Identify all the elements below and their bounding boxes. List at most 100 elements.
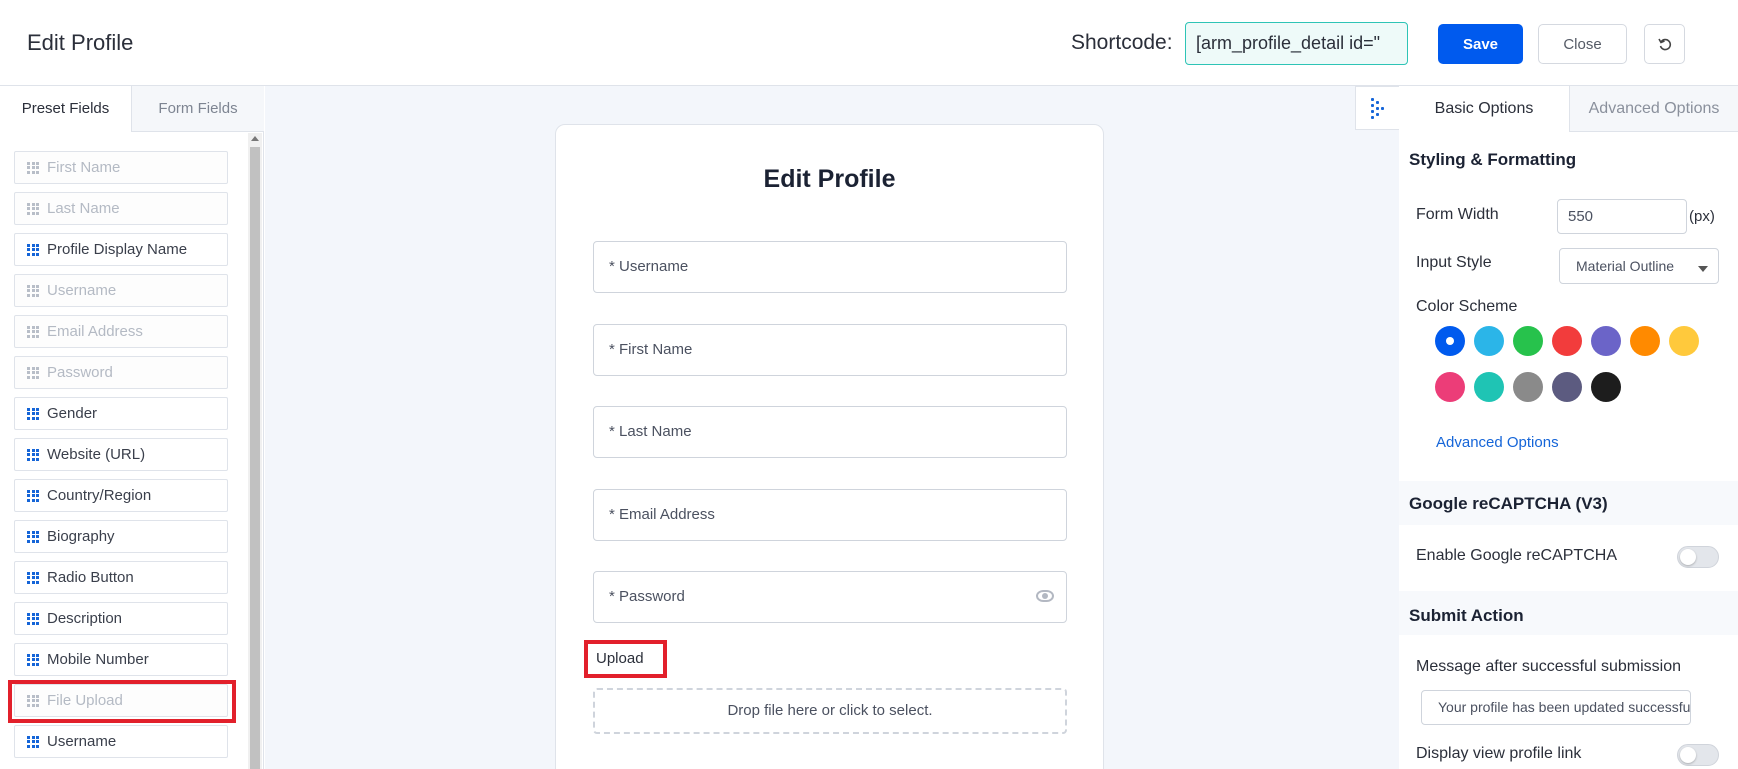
first-name-input[interactable]: * First Name bbox=[593, 324, 1067, 376]
username-input[interactable]: * Username bbox=[593, 241, 1067, 293]
field-radio-button[interactable]: Radio Button bbox=[14, 561, 228, 594]
field-label: Biography bbox=[47, 528, 115, 545]
color-swatch[interactable] bbox=[1513, 326, 1543, 356]
field-label: Username bbox=[47, 733, 117, 750]
drag-grid-icon bbox=[27, 612, 39, 625]
drag-grid-icon bbox=[27, 366, 39, 379]
shortcode-label: Shortcode: bbox=[1071, 31, 1173, 54]
drag-grid-icon bbox=[27, 653, 39, 666]
color-swatch[interactable] bbox=[1591, 326, 1621, 356]
field-biography[interactable]: Biography bbox=[14, 520, 228, 553]
panel-toggle-handle[interactable] bbox=[1355, 86, 1399, 130]
field-username[interactable]: Username bbox=[14, 274, 228, 307]
chevron-down-icon bbox=[1698, 266, 1708, 272]
field-label: Radio Button bbox=[47, 569, 134, 586]
color-swatch[interactable] bbox=[1552, 372, 1582, 402]
scroll-up-arrow-icon[interactable] bbox=[251, 136, 259, 141]
field-gender[interactable]: Gender bbox=[14, 397, 228, 430]
last-name-input[interactable]: * Last Name bbox=[593, 406, 1067, 458]
input-style-value: Material Outline bbox=[1576, 258, 1675, 274]
field-label: Password bbox=[47, 364, 113, 381]
password-placeholder: * Password bbox=[609, 588, 685, 605]
field-file-upload[interactable]: File Upload bbox=[8, 680, 236, 723]
success-message-label: Message after successful submission bbox=[1416, 658, 1681, 675]
tab-advanced-options[interactable]: Advanced Options bbox=[1569, 86, 1738, 132]
reset-icon bbox=[1657, 38, 1671, 51]
eye-icon[interactable] bbox=[1036, 590, 1054, 602]
field-last-name[interactable]: Last Name bbox=[14, 192, 228, 225]
options-panel: Basic Options Advanced Options Styling &… bbox=[1355, 86, 1738, 769]
email-address-input[interactable]: * Email Address bbox=[593, 489, 1067, 541]
tab-form-fields[interactable]: Form Fields bbox=[131, 86, 264, 132]
field-label: Profile Display Name bbox=[47, 241, 188, 258]
save-button[interactable]: Save bbox=[1438, 24, 1523, 64]
drag-grid-icon bbox=[27, 202, 39, 215]
field-label: Website (URL) bbox=[47, 446, 146, 463]
field-label: First Name bbox=[47, 159, 121, 176]
input-style-select[interactable]: Material Outline bbox=[1559, 248, 1719, 284]
fields-panel: Preset Fields Form Fields First Name Las… bbox=[0, 86, 264, 769]
advanced-options-link[interactable]: Advanced Options bbox=[1436, 434, 1559, 451]
password-input[interactable]: * Password bbox=[593, 571, 1067, 623]
drag-grid-icon bbox=[27, 325, 39, 338]
field-email-address[interactable]: Email Address bbox=[14, 315, 228, 348]
input-style-label: Input Style bbox=[1416, 254, 1492, 271]
field-profile-display-name[interactable]: Profile Display Name bbox=[14, 233, 228, 266]
drag-grid-icon bbox=[27, 161, 39, 174]
color-swatch[interactable] bbox=[1552, 326, 1582, 356]
field-country-region[interactable]: Country/Region bbox=[14, 479, 228, 512]
view-profile-link-toggle[interactable] bbox=[1677, 744, 1719, 766]
field-label: Last Name bbox=[47, 200, 120, 217]
drag-grid-icon bbox=[27, 735, 39, 748]
page-title: Edit Profile bbox=[27, 30, 134, 55]
field-first-name[interactable]: First Name bbox=[14, 151, 228, 184]
preset-field-list: First Name Last Name Profile Display Nam… bbox=[8, 151, 236, 766]
enable-recaptcha-toggle[interactable] bbox=[1677, 546, 1719, 568]
field-username-2[interactable]: Username bbox=[14, 725, 228, 758]
field-label: Username bbox=[47, 282, 117, 299]
color-swatch[interactable] bbox=[1591, 372, 1621, 402]
recaptcha-heading: Google reCAPTCHA (V3) bbox=[1409, 494, 1608, 513]
drag-grid-icon bbox=[27, 243, 39, 256]
field-label: File Upload bbox=[47, 692, 123, 709]
form-width-input[interactable]: 550 bbox=[1557, 199, 1687, 234]
scrollbar-thumb[interactable] bbox=[250, 147, 260, 769]
field-password[interactable]: Password bbox=[14, 356, 228, 389]
field-list-scrollbar[interactable] bbox=[248, 133, 262, 769]
drag-grid-icon bbox=[27, 571, 39, 584]
color-swatch[interactable] bbox=[1474, 326, 1504, 356]
form-canvas: Edit Profile * Username * First Name * L… bbox=[265, 86, 1399, 769]
drag-grid-icon bbox=[27, 407, 39, 420]
drag-grid-icon bbox=[27, 694, 39, 707]
color-swatch[interactable] bbox=[1474, 372, 1504, 402]
field-label: Gender bbox=[47, 405, 98, 422]
color-swatch[interactable] bbox=[1435, 326, 1465, 356]
form-preview-card: Edit Profile * Username * First Name * L… bbox=[555, 124, 1104, 769]
color-swatch[interactable] bbox=[1435, 372, 1465, 402]
color-swatch[interactable] bbox=[1630, 326, 1660, 356]
view-profile-link-label: Display view profile link bbox=[1416, 745, 1582, 762]
form-width-unit: (px) bbox=[1689, 208, 1715, 225]
color-swatch[interactable] bbox=[1669, 326, 1699, 356]
drag-grid-icon bbox=[27, 489, 39, 502]
styling-heading: Styling & Formatting bbox=[1409, 150, 1577, 169]
tab-preset-fields[interactable]: Preset Fields bbox=[0, 86, 131, 132]
drag-grid-icon bbox=[27, 284, 39, 297]
form-title: Edit Profile bbox=[763, 165, 896, 193]
color-swatch[interactable] bbox=[1513, 372, 1543, 402]
color-scheme-label: Color Scheme bbox=[1416, 298, 1518, 315]
submit-action-heading: Submit Action bbox=[1409, 606, 1524, 625]
shortcode-field[interactable]: [arm_profile_detail id=" bbox=[1185, 22, 1408, 65]
tab-basic-options[interactable]: Basic Options bbox=[1399, 86, 1569, 132]
file-dropzone[interactable]: Drop file here or click to select. bbox=[593, 688, 1067, 734]
upload-label: Upload bbox=[584, 640, 667, 678]
field-mobile-number[interactable]: Mobile Number bbox=[14, 643, 228, 676]
field-label: Country/Region bbox=[47, 487, 152, 504]
reset-button[interactable] bbox=[1644, 24, 1685, 64]
field-website-url[interactable]: Website (URL) bbox=[14, 438, 228, 471]
success-message-input[interactable]: Your profile has been updated successful… bbox=[1421, 690, 1691, 725]
top-header: Edit Profile Shortcode: [arm_profile_det… bbox=[0, 0, 1738, 86]
field-description[interactable]: Description bbox=[14, 602, 228, 635]
field-label: Email Address bbox=[47, 323, 143, 340]
close-button[interactable]: Close bbox=[1538, 24, 1627, 64]
